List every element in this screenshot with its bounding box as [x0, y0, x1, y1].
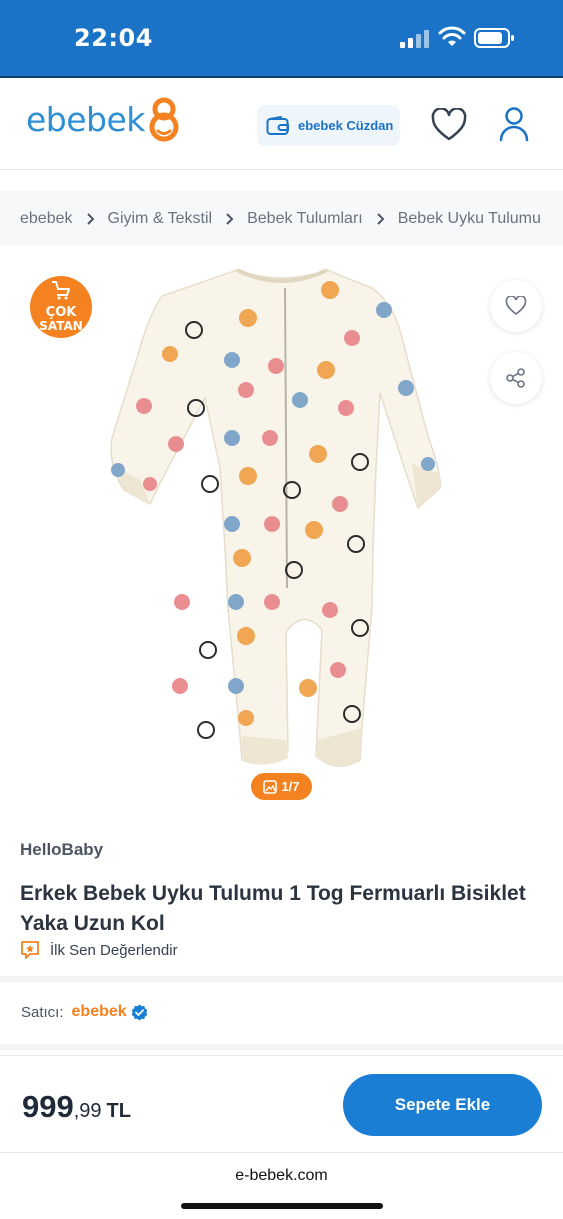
buy-bar: 999,99 TL Sepete Ekle: [0, 1055, 563, 1153]
image-counter[interactable]: 1/7: [251, 773, 312, 800]
breadcrumb-item[interactable]: Giyim & Tekstil: [108, 210, 213, 228]
image-icon: [263, 779, 278, 794]
share-icon: [506, 368, 525, 388]
review-cta-label: İlk Sen Değerlendir: [50, 941, 178, 959]
share-button[interactable]: [490, 352, 542, 404]
chevron-right-icon: [86, 212, 95, 225]
review-star-icon: [21, 941, 39, 959]
verified-badge-icon: [131, 1004, 147, 1020]
section-divider: [0, 1044, 563, 1050]
price-integer: 999: [22, 1089, 74, 1124]
cellular-signal-icon: [400, 30, 429, 48]
browser-url-bar: e-bebek.com: [0, 1153, 563, 1219]
review-link[interactable]: İlk Sen Değerlendir: [20, 940, 178, 960]
product-image[interactable]: [0, 258, 563, 803]
status-time: 22:04: [74, 24, 153, 52]
price: 999,99 TL: [22, 1089, 131, 1125]
breadcrumb-item[interactable]: ebebek: [20, 210, 73, 228]
site-header: ebebek ebebek Cüzdan: [0, 80, 563, 170]
breadcrumb: ebebek Giyim & Tekstil Bebek Tulumları B…: [0, 191, 563, 246]
chevron-right-icon: [225, 212, 234, 225]
heart-icon: [505, 296, 527, 316]
price-decimal: ,99: [73, 1100, 102, 1122]
url-text[interactable]: e-bebek.com: [0, 1167, 563, 1185]
ebebek-logo[interactable]: ebebek: [26, 96, 181, 142]
logo-mark-icon: [149, 97, 179, 142]
product-title: Erkek Bebek Uyku Tulumu 1 Tog Fermuarlı …: [20, 882, 526, 935]
chevron-right-icon: [376, 212, 385, 225]
logo-text: ebebek: [26, 99, 145, 139]
favorite-button[interactable]: [490, 280, 542, 332]
breadcrumb-item[interactable]: Bebek Tulumları: [247, 210, 363, 228]
product-brand[interactable]: HelloBaby: [20, 840, 103, 860]
account-user-icon[interactable]: [499, 106, 529, 142]
wifi-icon: [438, 26, 466, 46]
wallet-label: ebebek Cüzdan: [298, 118, 394, 133]
seller-name[interactable]: ebebek: [72, 1003, 127, 1021]
breadcrumb-item[interactable]: Bebek Uyku Tulumu: [398, 210, 541, 228]
seller-info: Satıcı: ebebek: [21, 1003, 148, 1021]
add-to-cart-button[interactable]: Sepete Ekle: [343, 1074, 542, 1136]
seller-label: Satıcı:: [21, 1003, 64, 1021]
status-bar: 22:04: [0, 0, 563, 78]
wallet-button[interactable]: ebebek Cüzdan: [257, 105, 400, 146]
product-gallery[interactable]: ÇOK SATAN 1/7: [0, 258, 563, 803]
section-divider: [0, 976, 563, 982]
image-counter-label: 1/7: [281, 779, 300, 794]
battery-icon: [474, 28, 514, 48]
price-currency: TL: [106, 1100, 131, 1122]
status-bar-divider: [0, 76, 563, 78]
home-indicator[interactable]: [181, 1203, 383, 1209]
wallet-icon: [266, 115, 289, 135]
favorites-heart-icon[interactable]: [431, 108, 467, 142]
